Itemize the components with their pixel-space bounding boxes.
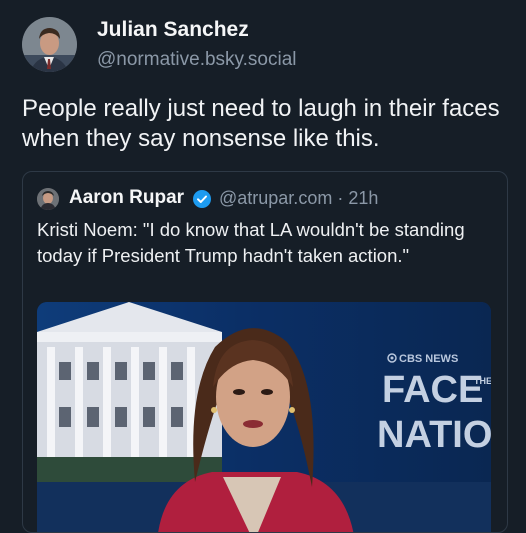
author-name[interactable]: Julian Sanchez [97, 18, 249, 42]
network-logo-text: CBS NEWS [399, 353, 458, 365]
quoted-author-name[interactable]: Aaron Rupar [69, 187, 184, 209]
author-avatar[interactable] [22, 17, 77, 72]
face-the-nation-logo: CBS NEWS FACE THE NATION [377, 353, 491, 456]
author-avatar-image [22, 17, 77, 72]
quoted-video-thumbnail[interactable]: CBS NEWS FACE THE NATION [37, 302, 491, 532]
show-title-the: THE [474, 376, 491, 386]
show-title-line2: NATION [377, 414, 491, 456]
post-text: People really just need to laugh in thei… [22, 95, 500, 152]
quoted-author-meta[interactable]: @atrupar.com · 21h [219, 188, 378, 209]
show-title-line1: FACE [382, 369, 483, 411]
quoted-post-text: Kristi Noem: "I do know that LA wouldn't… [37, 219, 465, 266]
quoted-post[interactable]: Aaron Rupar @atrupar.com · 21h Kristi No… [22, 171, 508, 533]
author-handle[interactable]: @normative.bsky.social [97, 49, 297, 71]
quoted-author-avatar[interactable] [37, 188, 59, 210]
verified-badge-icon [193, 190, 211, 208]
quoted-author-avatar-image [37, 188, 59, 210]
